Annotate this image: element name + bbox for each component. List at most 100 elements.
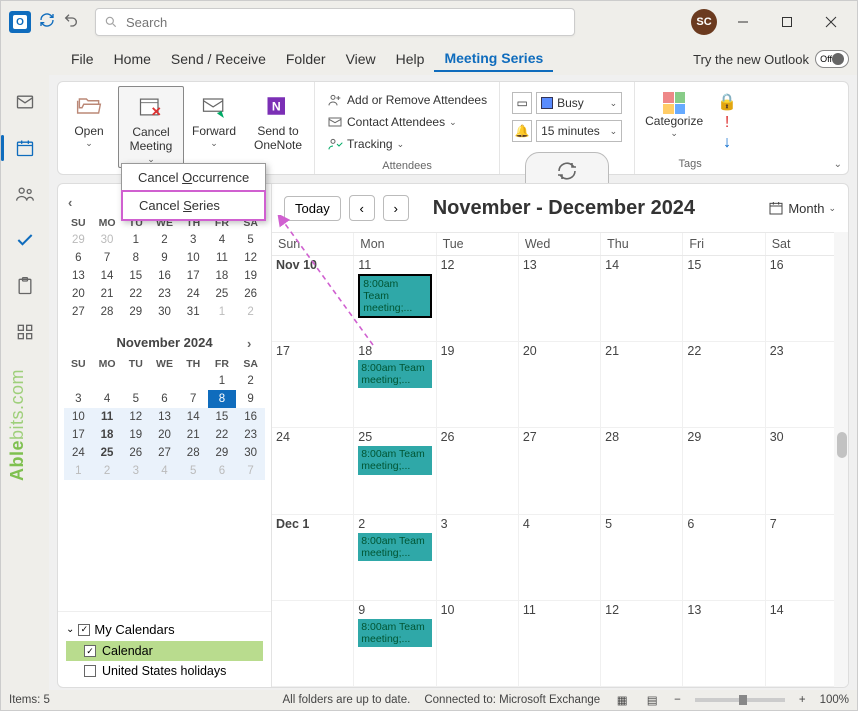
mini-day[interactable] xyxy=(93,372,122,390)
next-period-button[interactable]: › xyxy=(383,195,409,221)
mini-day[interactable]: 4 xyxy=(208,231,237,249)
mini-day[interactable]: 27 xyxy=(64,303,93,321)
show-as-row[interactable]: ▭ Busy⌄ xyxy=(508,90,626,116)
rail-apps-icon[interactable] xyxy=(14,321,36,343)
calendar-cell[interactable]: 28:00am Team meeting;... xyxy=(354,515,436,601)
calendar-cell[interactable]: Dec 1 xyxy=(272,515,354,601)
mini-day[interactable]: 6 xyxy=(208,462,237,480)
mini-day[interactable]: 3 xyxy=(179,231,208,249)
calendar-cell[interactable]: 11 xyxy=(519,601,601,687)
mini-day[interactable]: 5 xyxy=(236,231,265,249)
search-box[interactable] xyxy=(95,8,575,36)
calendar-event[interactable]: 8:00am Team meeting;... xyxy=(358,533,431,561)
mini-day[interactable]: 20 xyxy=(150,426,179,444)
cancel-series-item[interactable]: Cancel Series xyxy=(121,190,266,221)
open-button[interactable]: Open⌄ xyxy=(60,86,118,168)
menu-send-receive[interactable]: Send / Receive xyxy=(161,47,276,71)
mini-day[interactable]: 2 xyxy=(93,462,122,480)
maximize-button[interactable] xyxy=(769,7,805,37)
mini-day[interactable]: 7 xyxy=(236,462,265,480)
cancel-occurrence-item[interactable]: Cancel Occurrence xyxy=(122,164,265,191)
mini-day[interactable]: 25 xyxy=(208,285,237,303)
prev-period-button[interactable]: ‹ xyxy=(349,195,375,221)
mini-day[interactable]: 1 xyxy=(208,303,237,321)
calendar-cell[interactable]: 13 xyxy=(519,256,601,342)
mini-day[interactable]: 29 xyxy=(208,444,237,462)
mini-day[interactable]: 30 xyxy=(93,231,122,249)
mini-day[interactable]: 6 xyxy=(64,249,93,267)
reading-view-icon[interactable]: ▤ xyxy=(644,693,660,707)
mini-day[interactable]: 23 xyxy=(236,426,265,444)
calendar-event[interactable]: 8:00am Team meeting;... xyxy=(358,446,431,474)
mini-day[interactable]: 24 xyxy=(64,444,93,462)
calendar-cell[interactable]: 27 xyxy=(519,428,601,514)
menu-home[interactable]: Home xyxy=(104,47,161,71)
menu-help[interactable]: Help xyxy=(386,47,435,71)
calendar-cell[interactable]: 28 xyxy=(601,428,683,514)
mini-day[interactable]: 15 xyxy=(208,408,237,426)
mini-day[interactable]: 3 xyxy=(64,390,93,408)
search-input[interactable] xyxy=(126,15,566,30)
rail-notes-icon[interactable] xyxy=(14,275,36,297)
mini-day[interactable]: 13 xyxy=(64,267,93,285)
private-icon[interactable]: 🔒 xyxy=(717,92,737,112)
mini-prev-icon[interactable]: ‹ xyxy=(68,195,82,209)
tracking[interactable]: Tracking⌄ xyxy=(323,134,491,154)
mini-day[interactable]: 23 xyxy=(150,285,179,303)
mini-day[interactable]: 16 xyxy=(150,267,179,285)
mini-day[interactable]: 17 xyxy=(64,426,93,444)
mini-day[interactable]: 8 xyxy=(208,390,237,408)
calendar-cell[interactable]: 22 xyxy=(683,342,765,428)
mini-day[interactable]: 5 xyxy=(121,390,150,408)
mini-day[interactable]: 1 xyxy=(208,372,237,390)
close-button[interactable] xyxy=(813,7,849,37)
calendar-cell[interactable]: 29 xyxy=(683,428,765,514)
today-button[interactable]: Today xyxy=(284,196,341,221)
mini-day[interactable]: 29 xyxy=(121,303,150,321)
rail-mail-icon[interactable] xyxy=(14,91,36,113)
menu-view[interactable]: View xyxy=(336,47,386,71)
calendar-cell[interactable]: 24 xyxy=(272,428,354,514)
mini-day[interactable]: 14 xyxy=(93,267,122,285)
ribbon-expand-icon[interactable]: ⌄ xyxy=(834,159,842,170)
mini-day[interactable]: 13 xyxy=(150,408,179,426)
try-outlook-toggle[interactable]: Off xyxy=(815,50,849,68)
calendar-event[interactable]: 8:00am Team meeting;... xyxy=(358,619,431,647)
calendar-cell[interactable]: 4 xyxy=(519,515,601,601)
zoom-out[interactable]: − xyxy=(674,694,681,706)
menu-file[interactable]: File xyxy=(61,47,104,71)
mini-day[interactable]: 16 xyxy=(236,408,265,426)
mini-day[interactable]: 30 xyxy=(236,444,265,462)
mini-day[interactable]: 4 xyxy=(150,462,179,480)
reminder-row[interactable]: 🔔 15 minutes⌄ xyxy=(508,118,626,144)
mini-day[interactable]: 28 xyxy=(179,444,208,462)
contact-attendees[interactable]: Contact Attendees⌄ xyxy=(323,112,491,132)
calendar-cell[interactable]: 19 xyxy=(437,342,519,428)
mini-day[interactable]: 1 xyxy=(64,462,93,480)
reminder-combo[interactable]: 15 minutes⌄ xyxy=(536,120,622,142)
categorize-button[interactable]: Categorize⌄ xyxy=(637,86,711,156)
bell-icon[interactable]: 🔔 xyxy=(512,120,532,142)
mini-day[interactable]: 30 xyxy=(150,303,179,321)
rail-tasks-icon[interactable] xyxy=(14,229,36,251)
normal-view-icon[interactable]: ▦ xyxy=(614,693,630,707)
mini-day[interactable]: 6 xyxy=(150,390,179,408)
calendar-cell[interactable]: 10 xyxy=(437,601,519,687)
calendar-cell[interactable]: 98:00am Team meeting;... xyxy=(354,601,436,687)
add-remove-attendees[interactable]: Add or Remove Attendees xyxy=(323,90,491,110)
mini-day[interactable]: 26 xyxy=(121,444,150,462)
zoom-in[interactable]: + xyxy=(799,694,806,706)
mini-day[interactable]: 25 xyxy=(93,444,122,462)
mini-day[interactable]: 20 xyxy=(64,285,93,303)
mini-day[interactable]: 3 xyxy=(121,462,150,480)
mini-day[interactable]: 7 xyxy=(93,249,122,267)
zoom-slider[interactable] xyxy=(695,698,785,702)
mini-day[interactable]: 2 xyxy=(236,372,265,390)
mini-day[interactable] xyxy=(179,372,208,390)
calendar-grid[interactable]: Nov 10118:00am Team meeting;...121314151… xyxy=(272,256,848,687)
calendar-cell[interactable]: 14 xyxy=(601,256,683,342)
rail-people-icon[interactable] xyxy=(14,183,36,205)
calendar-cell[interactable]: 21 xyxy=(601,342,683,428)
mini-day[interactable]: 4 xyxy=(93,390,122,408)
calendar-cell[interactable]: 26 xyxy=(437,428,519,514)
